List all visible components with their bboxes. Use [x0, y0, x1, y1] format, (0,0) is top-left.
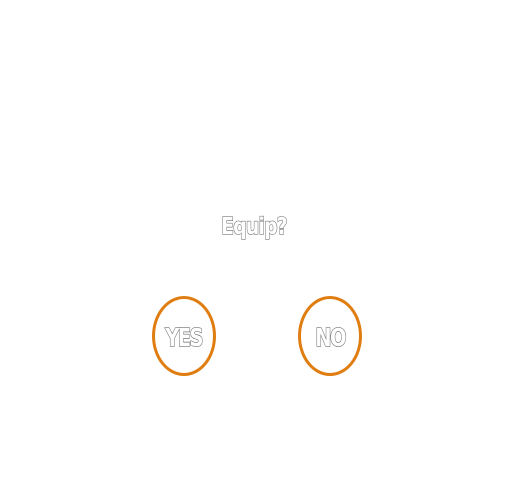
no-button[interactable]: NO	[298, 296, 362, 376]
yes-button[interactable]: YES	[152, 296, 216, 376]
yes-label: YES	[165, 322, 204, 352]
no-label: NO	[315, 322, 347, 352]
equip-prompt: Equip?	[221, 213, 289, 240]
